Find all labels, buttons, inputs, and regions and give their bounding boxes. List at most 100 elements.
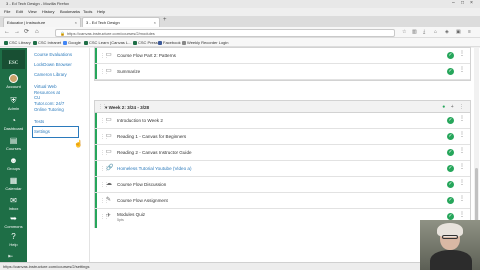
star-icon[interactable]: ☆	[402, 29, 406, 35]
url-bar[interactable]: 🔒 https://canvas.instructure.com/courses/…	[55, 29, 395, 37]
published-check-icon[interactable]: ✓	[447, 52, 454, 59]
module-item-title[interactable]: Reading 2 - Canvas Instructor Guide	[117, 150, 192, 155]
published-module-icon[interactable]: ●	[442, 104, 445, 110]
module-item[interactable]: ⋮⋮ ✎ Course Flow Assignment ✓ ⋮	[95, 193, 470, 209]
published-check-icon[interactable]: ✓	[447, 165, 454, 172]
menu-file[interactable]: File	[4, 9, 10, 14]
published-check-icon[interactable]: ✓	[447, 133, 454, 140]
kebab-menu-icon[interactable]: ⋮	[459, 196, 465, 203]
module-item-title[interactable]: Course Flow Discussion	[117, 182, 166, 187]
module-week-1: ⋮⋮ ▭ Course Flow Part 2: Patterns ✓ ⋮ ⋮⋮…	[94, 47, 471, 81]
download-icon[interactable]: ⤓	[423, 29, 425, 35]
course-nav-link[interactable]: Tutor.com: 24/7 Online Tutoring	[34, 101, 74, 112]
inbox-icon: ✉	[10, 196, 17, 205]
bookmark-item[interactable]: Facebook	[158, 40, 181, 45]
institution-logo[interactable]: ESC	[2, 50, 25, 69]
menu-view[interactable]: View	[28, 9, 37, 14]
bookmark-item[interactable]: Google	[63, 40, 81, 45]
bookmark-item[interactable]: CSC Intranet	[33, 40, 61, 45]
forward-button[interactable]: →	[14, 29, 20, 36]
extension-icon[interactable]: ▣	[456, 29, 461, 35]
menu-bookmarks[interactable]: Bookmarks	[60, 9, 80, 14]
published-bar	[95, 113, 97, 128]
module-item[interactable]: ⋮⋮ ✈ Modules Quiz 5pts ✓ ⋮	[95, 209, 470, 228]
published-check-icon[interactable]: ✓	[447, 149, 454, 156]
global-nav-groups[interactable]: ☻ Groups	[0, 156, 27, 171]
module-item-title[interactable]: Reading 1 - Canvas for Beginners	[117, 134, 186, 139]
global-nav-label: Groups	[6, 166, 21, 171]
module-item-title[interactable]: Modules Quiz	[117, 212, 145, 217]
module-item-title[interactable]: Introduction to Week 2	[117, 118, 163, 123]
close-icon[interactable]: ×	[154, 20, 156, 25]
kebab-menu-icon[interactable]: ⋮	[459, 132, 465, 139]
global-nav-inbox[interactable]: ✉ Inbox	[0, 196, 27, 211]
bookmark-item[interactable]: Weekly Recorder Login	[182, 40, 229, 45]
module-item[interactable]: ⋮⋮ ▭ Reading 1 - Canvas for Beginners ✓ …	[95, 129, 470, 145]
menu-edit[interactable]: Edit	[16, 9, 23, 14]
global-nav-commons[interactable]: ➥ Commons	[0, 214, 27, 229]
global-nav-courses[interactable]: ▤ Courses	[0, 136, 27, 151]
course-nav-link[interactable]: Cameron Library	[34, 72, 86, 78]
global-nav-account[interactable]: Account	[0, 74, 27, 89]
global-nav-help[interactable]: ? Help	[0, 232, 27, 247]
bookmark-item[interactable]: CSC Library	[4, 40, 31, 45]
course-nav-settings[interactable]: Settings	[34, 129, 86, 135]
kebab-menu-icon[interactable]: ⋮	[459, 116, 465, 123]
module-item-title[interactable]: Summarize	[117, 69, 140, 74]
course-nav-link[interactable]: Tests	[34, 119, 86, 125]
new-tab-button[interactable]: +	[163, 17, 167, 23]
global-nav-admin[interactable]: ⛨ Admin	[0, 96, 27, 111]
maximize-button[interactable]: □	[461, 1, 464, 6]
kebab-menu-icon[interactable]: ⋮	[459, 180, 465, 187]
close-window-button[interactable]: ×	[470, 1, 473, 6]
module-item[interactable]: ⋮⋮ 🔗 Homeless Tutorial Youtube (Video a)…	[95, 161, 470, 177]
bookmark-label: Weekly Recorder Login	[187, 40, 229, 45]
published-check-icon[interactable]: ✓	[447, 68, 454, 75]
menu-history[interactable]: History	[42, 9, 54, 14]
published-check-icon[interactable]: ✓	[447, 181, 454, 188]
course-nav-link[interactable]: Course Evaluations	[34, 52, 86, 58]
module-item[interactable]: ⋮⋮ ▭ Reading 2 - Canvas Instructor Guide…	[95, 145, 470, 161]
add-item-icon[interactable]: +	[451, 104, 454, 110]
kebab-menu-icon[interactable]: ⋮	[459, 148, 465, 155]
kebab-menu-icon[interactable]: ⋮	[459, 67, 465, 74]
tab-ed-tech-design[interactable]: 3 - Ed Tech Design ×	[82, 17, 160, 27]
kebab-menu-icon[interactable]: ⋮	[459, 164, 465, 171]
module-item[interactable]: ⋮⋮ ▭ Course Flow Part 2: Patterns ✓ ⋮	[95, 48, 470, 64]
shield-icon[interactable]: ◈	[445, 29, 449, 35]
menu-icon[interactable]: ≡	[468, 29, 471, 35]
home-toolbar-icon[interactable]: ⌂	[434, 29, 437, 35]
collapse-icon[interactable]: ▾	[105, 105, 107, 110]
module-header[interactable]: ⋮⋮ ▾ Week 2: 3/24 - 3/28 ● + ⋮	[95, 101, 470, 113]
kebab-menu-icon[interactable]: ⋮	[459, 212, 465, 219]
minimize-button[interactable]: –	[452, 1, 455, 6]
menu-tools[interactable]: Tools	[83, 9, 92, 14]
module-item[interactable]: ⋮⋮ ☁ Course Flow Discussion ✓ ⋮	[95, 177, 470, 193]
reload-button[interactable]: ⟳	[24, 29, 29, 36]
published-check-icon[interactable]: ✓	[447, 213, 454, 220]
published-check-icon[interactable]: ✓	[447, 117, 454, 124]
global-nav-label: Account	[6, 84, 21, 89]
module-item-title[interactable]: Homeless Tutorial Youtube (Video a)	[117, 166, 191, 171]
module-item-title[interactable]: Course Flow Part 2: Patterns	[117, 53, 176, 58]
global-nav-dashboard[interactable]: ◔ Dashboard	[0, 116, 27, 131]
bookmark-item[interactable]: CSC Learn (Canvas L...	[84, 40, 131, 45]
kebab-menu-icon[interactable]: ⋮	[459, 51, 465, 58]
course-nav-link[interactable]: LockDown Browser	[34, 62, 86, 68]
published-check-icon[interactable]: ✓	[447, 197, 454, 204]
library-icon[interactable]: ▥	[412, 29, 417, 35]
module-kebab-icon[interactable]: ⋮	[459, 104, 464, 110]
collapse-nav-icon[interactable]: ⇤	[8, 253, 13, 260]
module-item[interactable]: ⋮⋮ ▭ Introduction to Week 2 ✓ ⋮	[95, 113, 470, 129]
module-item[interactable]: ⋮⋮ ▭ Summarize ✓ ⋮	[95, 64, 470, 80]
home-button[interactable]: ⌂	[35, 29, 39, 36]
course-nav-link[interactable]: Virtual Web Resources at CU	[34, 84, 64, 101]
back-button[interactable]: ←	[4, 29, 10, 36]
global-nav-calendar[interactable]: ▦ Calendar	[0, 176, 27, 191]
bookmark-item[interactable]: CSC Press	[133, 40, 158, 45]
page-icon: ▭	[106, 149, 112, 155]
close-icon[interactable]: ×	[75, 20, 77, 25]
module-item-title[interactable]: Course Flow Assignment	[117, 198, 168, 203]
menu-help[interactable]: Help	[97, 9, 105, 14]
tab-educator[interactable]: Educator | Instructure ×	[3, 17, 81, 27]
